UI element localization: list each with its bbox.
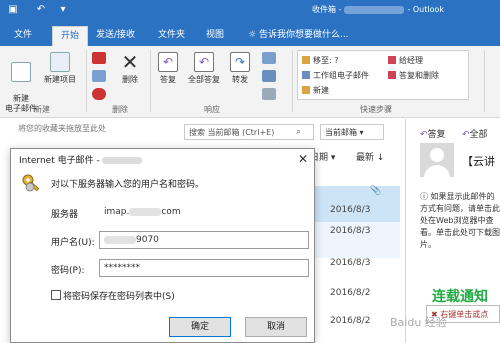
dialog-title: Internet 电子邮件 -	[19, 153, 142, 166]
tab-view[interactable]: 视图	[198, 26, 232, 46]
delete-button[interactable]: ✕ 删除	[116, 52, 144, 85]
reply-button[interactable]: ↶ 答复	[154, 52, 182, 85]
redacted-domain	[129, 207, 162, 216]
delete-icon: ✕	[121, 50, 139, 74]
ribbon-tabs: 文件 开始 发送/接收 文件夹 视图 ☼ 告诉我你想要做什么...	[0, 22, 500, 46]
server-field: imap. com	[99, 203, 309, 221]
username-input[interactable]: 9070	[99, 231, 309, 249]
ignore-icon[interactable]	[92, 52, 106, 64]
team-email-icon	[302, 71, 310, 79]
undo-icon[interactable]: ↶	[34, 3, 48, 17]
quick-step-to-manager[interactable]: 给经理	[388, 55, 423, 66]
quick-step-move[interactable]: 移至: ?	[302, 55, 338, 66]
folder-arrow-icon	[302, 56, 310, 64]
redacted-username	[104, 235, 136, 244]
arrow-down-icon: ↓	[376, 153, 385, 163]
info-bar[interactable]: ⓘ 如果显示此邮件的方式有问题，请单击此处在Web浏览器中查看。单击此处可下载图…	[420, 191, 500, 251]
reading-pane: ↶答复 ↶全部 【云讲 ⓘ 如果显示此邮件的方式有问题，请单击此处在Web浏览器…	[406, 119, 500, 343]
close-icon[interactable]: ✕	[295, 151, 311, 167]
forward-icon: ↷	[230, 52, 250, 72]
tab-file[interactable]: 文件	[6, 26, 40, 46]
list-item[interactable]	[310, 186, 400, 222]
tab-tell-me[interactable]: ☼ 告诉我你想要做什么...	[240, 26, 357, 46]
server-label: 服务器	[51, 210, 79, 220]
junk-icon[interactable]	[92, 88, 106, 100]
forward-button[interactable]: ↷ 转发	[226, 52, 254, 85]
reply-all-button[interactable]: ↶ 全部答复	[184, 52, 224, 85]
group-separator	[484, 50, 485, 112]
meeting-icon[interactable]	[262, 52, 276, 64]
title-bar: ▣ ↶ ▾ 收件箱 -- Outlook	[0, 0, 500, 22]
avatar	[420, 143, 454, 177]
new-email-icon	[11, 62, 31, 82]
sort-order[interactable]: 最新 ↓	[356, 150, 384, 163]
group-label-respond: 响应	[204, 105, 220, 114]
reply-all-icon: ↶	[462, 130, 470, 140]
im-icon[interactable]	[262, 70, 276, 82]
group-label-new: 新建	[34, 105, 50, 114]
cancel-button[interactable]: 取消	[245, 317, 307, 337]
chevron-down-icon: ▾	[359, 128, 364, 137]
dialog-prompt: 对以下服务器输入您的用户名和密码。	[51, 180, 205, 190]
chevron-down-icon: ▾	[330, 153, 336, 163]
more-respond-icon[interactable]	[262, 88, 276, 100]
redacted-email	[344, 5, 405, 14]
tab-folder[interactable]: 文件夹	[150, 26, 193, 46]
favorites-hint: 将您的收藏夹拖放至此处	[18, 124, 106, 133]
quick-step-reply-delete[interactable]: 答复和删除	[388, 70, 439, 81]
watermark-site: Baidu 经验	[390, 316, 447, 329]
reading-reply-button[interactable]: ↶答复	[420, 127, 446, 140]
search-bar: 搜索 当前邮箱 (Ctrl+E) ⌕ 当前邮箱 ▾	[184, 124, 400, 140]
customize-quick-access-icon[interactable]: ▾	[56, 3, 70, 17]
key-icon	[22, 174, 40, 192]
search-icon[interactable]: ⌕	[296, 127, 301, 137]
lightbulb-icon: ☼	[248, 30, 257, 40]
new-item-button[interactable]: 新建项目	[40, 52, 80, 85]
message-date: 2016/8/3	[330, 205, 371, 215]
redacted-account	[101, 157, 142, 164]
password-label: 密码(P):	[51, 266, 85, 276]
attachment-icon: 📎	[370, 186, 382, 196]
ribbon: 新建 电子邮件 新建项目 新建 ✕ 删除 删除 ↶ 答复 ↶ 全部答复 ↷ 转发…	[0, 46, 500, 118]
info-icon: ⓘ	[420, 192, 428, 201]
reply-icon: ↶	[158, 52, 178, 72]
username-label: 用户名(U):	[51, 238, 95, 248]
message-subject: 【云讲	[462, 155, 495, 168]
message-date: 2016/8/3	[330, 258, 371, 268]
group-separator	[150, 50, 151, 112]
new-item-icon	[50, 52, 70, 72]
login-dialog: Internet 电子邮件 - ✕ 对以下服务器输入您的用户名和密码。 服务器 …	[10, 148, 315, 343]
quick-steps-gallery: 移至: ? 工作组电子邮件 新建 给经理 答复和删除	[297, 50, 469, 100]
search-input[interactable]: 搜索 当前邮箱 (Ctrl+E)	[184, 124, 314, 140]
remember-password-checkbox[interactable]: 将密码保存在密码列表中(S)	[51, 289, 175, 302]
forward-manager-icon	[388, 56, 396, 64]
tab-send-receive[interactable]: 发送/接收	[88, 26, 143, 46]
group-separator	[292, 50, 293, 112]
group-label-delete: 删除	[112, 105, 128, 114]
message-date: 2016/8/3	[330, 226, 371, 236]
message-date: 2016/8/2	[330, 316, 371, 326]
new-email-button[interactable]: 新建 电子邮件	[4, 52, 38, 114]
save-icon[interactable]: ▣	[6, 3, 20, 17]
reply-icon: ↶	[420, 130, 428, 140]
tab-home[interactable]: 开始	[52, 26, 89, 46]
message-date: 2016/8/2	[330, 288, 371, 298]
watermark-caption: 连载通知	[432, 289, 488, 305]
checkbox[interactable]	[51, 290, 61, 300]
lightning-icon	[302, 86, 310, 94]
window-title: 收件箱 -- Outlook	[312, 5, 445, 14]
reply-delete-icon	[388, 71, 396, 79]
quick-step-team-email[interactable]: 工作组电子邮件	[302, 70, 369, 81]
search-scope-dropdown[interactable]: 当前邮箱 ▾	[320, 124, 384, 140]
reply-all-icon: ↶	[194, 52, 214, 72]
group-separator	[86, 50, 87, 112]
group-label-quick-steps: 快速步骤	[360, 105, 392, 114]
quick-step-new[interactable]: 新建	[302, 85, 329, 96]
password-input[interactable]: ********	[99, 259, 309, 277]
ok-button[interactable]: 确定	[169, 317, 231, 337]
reading-reply-all-button[interactable]: ↶全部	[462, 127, 488, 140]
cleanup-icon[interactable]	[92, 70, 106, 82]
